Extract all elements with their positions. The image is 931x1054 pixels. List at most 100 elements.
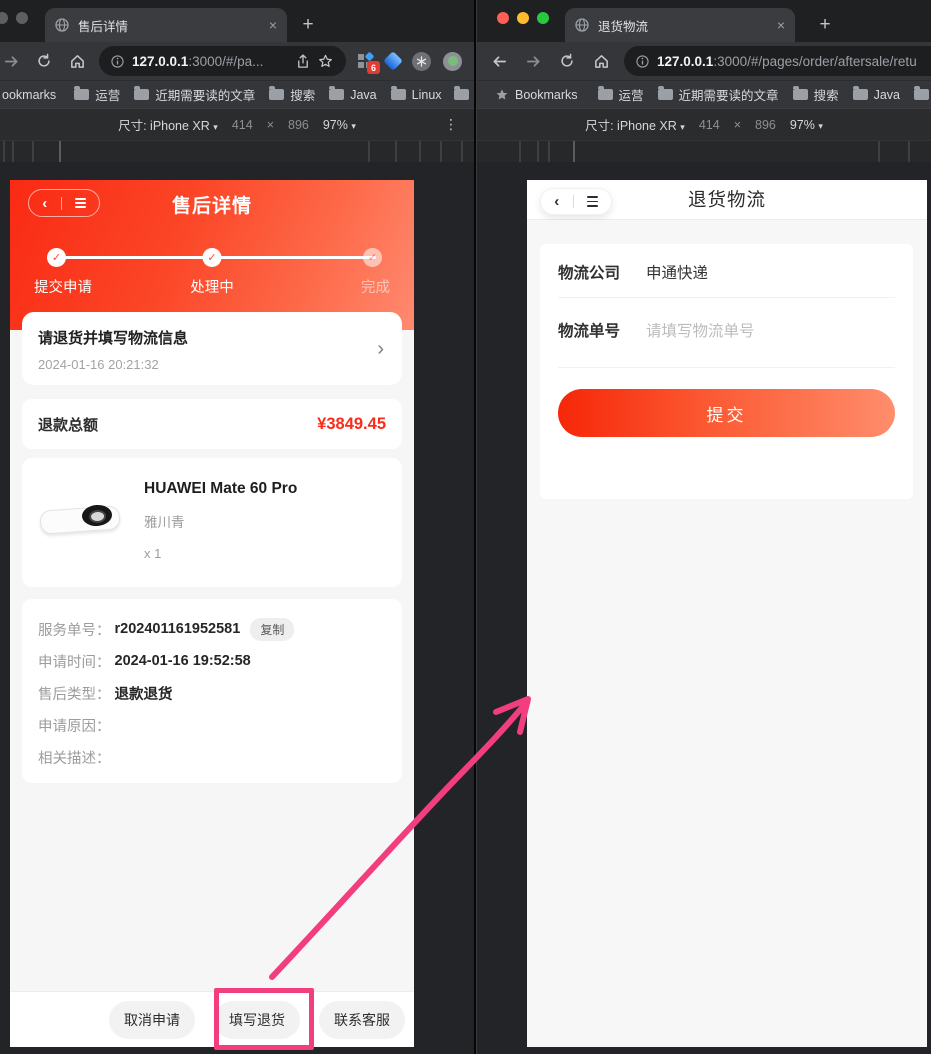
traffic-light-icon[interactable] xyxy=(0,12,8,24)
submit-button[interactable]: 提交 xyxy=(558,389,895,437)
page-header: ‹ 售后详情 ✓ ✓ ✓ 提交申请 处理中 完成 xyxy=(10,180,414,330)
gem-extension-icon[interactable] xyxy=(383,51,403,71)
device-width[interactable]: 414 xyxy=(699,118,720,132)
back-icon[interactable] xyxy=(488,50,510,72)
tracking-row[interactable]: 物流单号 请填写物流单号 xyxy=(558,298,895,368)
bookmark-folder[interactable]: 搜索 xyxy=(269,85,315,104)
detail-row: 相关描述： xyxy=(38,741,386,773)
extension-icon[interactable] xyxy=(412,52,431,71)
minimize-window-icon[interactable] xyxy=(517,12,529,24)
more-menu-icon[interactable]: ⋮ xyxy=(444,116,458,133)
home-icon[interactable] xyxy=(66,50,88,72)
detail-row: 售后类型： 退款退货 xyxy=(38,677,386,709)
reload-icon[interactable] xyxy=(33,50,55,72)
traffic-light-icon[interactable] xyxy=(16,12,28,24)
share-icon[interactable] xyxy=(292,50,314,72)
tab-title: 退货物流 xyxy=(598,16,648,35)
tab-strip: 退货物流 × + xyxy=(477,0,931,42)
bookmark-folder[interactable]: Linux xyxy=(391,88,442,102)
logistics-notice-card[interactable]: 请退货并填写物流信息 2024-01-16 20:21:32 › xyxy=(22,312,402,385)
copy-button[interactable]: 复制 xyxy=(250,618,294,641)
home-icon[interactable] xyxy=(590,50,612,72)
globe-icon xyxy=(575,18,589,32)
bookmark-folder[interactable]: Java xyxy=(853,88,900,102)
close-icon[interactable]: × xyxy=(763,17,785,33)
progress-steps: ✓ ✓ ✓ 提交申请 处理中 完成 xyxy=(34,248,390,294)
bookmark-folder[interactable]: 运营 xyxy=(598,85,644,104)
info-icon[interactable] xyxy=(111,55,124,68)
folder-icon xyxy=(598,89,613,100)
menu-icon[interactable] xyxy=(587,196,598,206)
product-card[interactable]: HUAWEI Mate 60 Pro 雅川青 x 1 xyxy=(22,458,402,587)
forward-icon[interactable] xyxy=(522,50,544,72)
multiply-icon: × xyxy=(734,118,741,132)
tracking-number-input[interactable]: 请填写物流单号 xyxy=(646,319,755,341)
apply-time: 2024-01-16 19:52:58 xyxy=(115,653,251,669)
close-window-icon[interactable] xyxy=(497,12,509,24)
url-host: 127.0.0.1 xyxy=(132,54,188,69)
reload-icon[interactable] xyxy=(556,50,578,72)
new-tab-button[interactable]: + xyxy=(296,14,320,36)
nav-capsule: ‹ xyxy=(28,189,100,217)
bookmark-folder[interactable]: Java xyxy=(329,88,376,102)
bookmark-folder[interactable]: 近期需要读的文章 xyxy=(658,85,779,104)
device-size-selector[interactable]: 尺寸: iPhone XR ▾ xyxy=(585,115,685,134)
profile-avatar[interactable] xyxy=(443,52,462,71)
company-value[interactable]: 申通快递 xyxy=(646,261,708,283)
maximize-window-icon[interactable] xyxy=(537,12,549,24)
company-label: 物流公司 xyxy=(558,261,620,283)
device-width[interactable]: 414 xyxy=(232,118,253,132)
detail-label: 服务单号： xyxy=(38,619,111,640)
forward-icon[interactable] xyxy=(0,50,22,72)
step-label: 完成 xyxy=(361,276,390,297)
device-toolbar: 尺寸: iPhone XR ▾ 414 × 896 97% ▾ ⋮ xyxy=(0,108,474,140)
product-name: HUAWEI Mate 60 Pro xyxy=(144,480,297,498)
product-variant: 雅川青 xyxy=(144,511,297,531)
new-tab-button[interactable]: + xyxy=(813,14,837,36)
device-ruler xyxy=(477,140,931,162)
zoom-selector[interactable]: 97% ▾ xyxy=(790,118,823,132)
address-bar[interactable]: 127.0.0.1:3000/#/pa... xyxy=(99,46,346,76)
bookmarks-bar: Bookmarks 运营 近期需要读的文章 搜索 Java xyxy=(477,80,931,108)
bookmark-star-icon[interactable] xyxy=(314,50,336,72)
bookmark-folder[interactable]: 运营 xyxy=(74,85,120,104)
footer-action-bar: 取消申请 填写退货 联系客服 xyxy=(10,992,414,1047)
close-icon[interactable]: × xyxy=(255,17,277,33)
bookmarks-label[interactable]: ookmarks xyxy=(2,88,56,102)
chevron-down-icon: ▾ xyxy=(351,121,356,131)
detail-row: 服务单号： r202401161952581 复制 xyxy=(38,613,386,645)
device-height[interactable]: 896 xyxy=(288,118,309,132)
device-toolbar: 尺寸: iPhone XR ▾ 414 × 896 97% ▾ xyxy=(477,108,931,140)
back-icon[interactable]: ‹ xyxy=(554,194,559,209)
menu-icon[interactable] xyxy=(75,198,86,208)
product-image xyxy=(38,478,124,556)
browser-toolbar: 127.0.0.1:3000/#/pa... 6 xyxy=(0,42,474,80)
cancel-apply-button[interactable]: 取消申请 xyxy=(109,1001,195,1039)
browser-tab[interactable]: 退货物流 × xyxy=(565,8,795,42)
multiply-icon: × xyxy=(267,118,274,132)
aftersale-type: 退款退货 xyxy=(115,683,173,704)
back-icon[interactable]: ‹ xyxy=(42,196,47,211)
bookmark-folder[interactable]: 搜索 xyxy=(793,85,839,104)
folder-icon[interactable] xyxy=(454,89,469,100)
browser-tab[interactable]: 售后详情 × xyxy=(45,8,287,42)
company-row[interactable]: 物流公司 申通快递 xyxy=(558,244,895,298)
zoom-selector[interactable]: 97% ▾ xyxy=(323,118,356,132)
device-size-selector[interactable]: 尺寸: iPhone XR ▾ xyxy=(118,115,218,134)
device-ruler xyxy=(0,140,474,162)
contact-service-button[interactable]: 联系客服 xyxy=(319,1001,405,1039)
device-height[interactable]: 896 xyxy=(755,118,776,132)
bookmark-folder[interactable]: 近期需要读的文章 xyxy=(134,85,255,104)
detail-row: 申请原因： xyxy=(38,709,386,741)
device-mode-background: ‹ 售后详情 ✓ ✓ ✓ 提交申请 处理中 完成 xyxy=(0,162,474,1054)
address-bar[interactable]: 127.0.0.1:3000/#/pages/order/aftersale/r… xyxy=(624,46,931,76)
info-icon[interactable] xyxy=(636,55,649,68)
chevron-right-icon[interactable]: › xyxy=(377,338,386,361)
url-path: :3000/#/pages/order/aftersale/retu xyxy=(713,54,916,69)
devtools-extension-icon[interactable]: 6 xyxy=(358,53,374,69)
folder-icon xyxy=(793,89,808,100)
page-body: 物流公司 申通快递 物流单号 请填写物流单号 提交 xyxy=(527,220,927,1047)
bookmarks-label[interactable]: Bookmarks xyxy=(495,88,578,102)
browser-window-right: 退货物流 × + 127.0.0.1:3000/#/pages/order/af… xyxy=(477,0,931,1054)
folder-icon[interactable] xyxy=(914,89,929,100)
